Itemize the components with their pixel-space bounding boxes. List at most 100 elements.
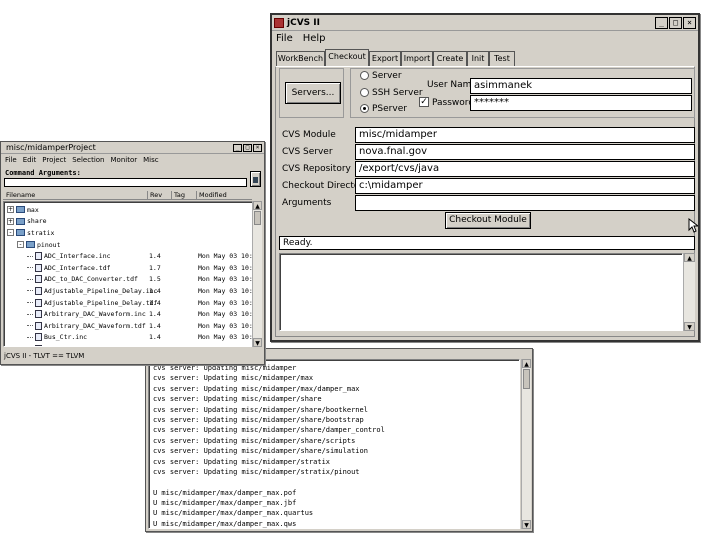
minimize-icon[interactable]: _ — [233, 143, 242, 152]
tree-row[interactable]: - stratix — [4, 227, 249, 239]
col-filename[interactable]: Filename — [6, 191, 35, 199]
tab-test[interactable]: Test — [489, 51, 515, 66]
arguments-input[interactable] — [355, 195, 695, 211]
jcvs-titlebar[interactable]: jCVS II _ □ × — [272, 15, 698, 31]
tab-import[interactable]: Import — [401, 51, 433, 66]
checkout-directory-input[interactable]: c:\midamper — [355, 178, 695, 194]
tree-row[interactable]: Bus_Ctr.tdf1.5Mon May 03 10:54: — [4, 343, 261, 346]
tree-row[interactable]: ADC_Interface.tdf 1.7 Mon May 03 10:54: — [4, 262, 261, 274]
jcvs-title: jCVS II — [287, 17, 320, 28]
scroll-up-icon[interactable]: ▲ — [684, 253, 695, 262]
tree-item-rev: 1.5 — [149, 275, 161, 284]
menu-file[interactable]: File — [5, 156, 17, 164]
scroll-up-icon[interactable]: ▲ — [522, 359, 531, 368]
log-scrollbar[interactable]: ▲ ▼ — [521, 359, 531, 529]
log-line: cvs server: Updating misc/midamper/max — [153, 374, 314, 383]
collapse-icon[interactable]: - — [7, 229, 14, 237]
tree-row[interactable]: Adjustable_Pipeline_Delay.tdf 1.4 Mon May … — [4, 297, 261, 309]
tree-item-rev: 1.4 — [149, 333, 161, 342]
checkout-module-button[interactable]: Checkout Module — [445, 212, 531, 229]
log-line: cvs server: Updating misc/midamper/share… — [153, 426, 385, 435]
expand-icon[interactable]: + — [7, 217, 14, 225]
user-name-input[interactable]: asimmanek — [470, 78, 692, 94]
password-input[interactable]: ******* — [470, 95, 692, 111]
maximize-icon[interactable]: □ — [243, 143, 252, 152]
scroll-thumb[interactable] — [523, 369, 530, 389]
expand-icon[interactable]: + — [7, 206, 14, 214]
menu-file[interactable]: File — [276, 33, 293, 44]
command-arguments-input[interactable] — [4, 178, 247, 187]
tree-item-name: Adjustable_Pipeline_Delay.inc — [44, 286, 158, 295]
scroll-thumb[interactable] — [254, 211, 261, 225]
menu-help[interactable]: Help — [303, 33, 326, 44]
tab-checkout[interactable]: Checkout — [325, 49, 369, 66]
file-icon — [35, 263, 42, 272]
file-icon — [35, 252, 42, 261]
scroll-up-icon[interactable]: ▲ — [253, 201, 262, 210]
project-title: misc/midamperProject — [6, 143, 96, 152]
tree-row[interactable]: Adjustable_Pipeline_Delay.inc 1.4 Mon May … — [4, 285, 261, 297]
log-line: U misc/midamper/max/damper_max.quartus — [153, 509, 314, 518]
log-line: cvs server: Updating misc/midamper/strat… — [153, 467, 360, 476]
file-icon — [35, 321, 42, 330]
menu-edit[interactable]: Edit — [23, 156, 37, 164]
radio-ssh-server[interactable] — [360, 88, 369, 97]
tree-row[interactable]: Bus_Ctr.inc 1.4 Mon May 03 10:54: — [4, 332, 261, 344]
radio-pserver[interactable] — [360, 104, 369, 113]
cvs-server-label: CVS Server — [282, 147, 333, 157]
close-icon[interactable]: × — [683, 16, 696, 29]
scroll-down-icon[interactable]: ▼ — [684, 322, 695, 331]
tree-row[interactable]: ADC_Interface.inc 1.4 Mon May 03 10:54: — [4, 250, 261, 262]
tree-row[interactable]: + max — [4, 204, 249, 216]
tree-item-name: Arbitrary_DAC_Waveform.inc — [44, 310, 146, 319]
minimize-icon[interactable]: _ — [655, 16, 668, 29]
tree-scrollbar[interactable]: ▲ ▼ — [252, 201, 262, 347]
tree-row[interactable]: + share — [4, 216, 249, 228]
col-rev[interactable]: Rev — [147, 191, 162, 199]
tree-row[interactable]: Arbitrary_DAC_Waveform.tdf 1.4 Mon May 03 … — [4, 320, 261, 332]
menu-selection[interactable]: Selection — [72, 156, 104, 164]
tree-row[interactable]: ADC_to_DAC_Converter.tdf 1.5 Mon May 03 10… — [4, 274, 261, 286]
file-icon — [35, 298, 42, 307]
folder-icon — [16, 229, 25, 237]
cvs-module-input[interactable]: misc/midamper — [355, 127, 695, 143]
tab-export[interactable]: Export — [369, 51, 401, 66]
close-icon[interactable]: × — [253, 143, 262, 152]
tab-create[interactable]: Create — [433, 51, 467, 66]
radio-server[interactable] — [360, 71, 369, 80]
cvs-server-input[interactable]: nova.fnal.gov — [355, 144, 695, 160]
run-command-button[interactable] — [250, 171, 261, 187]
log-line: cvs server: Updating misc/midamper/share — [153, 395, 322, 404]
maximize-icon[interactable]: □ — [669, 16, 682, 29]
radio-server-label: Server — [372, 71, 402, 81]
tree-item-name: share — [27, 217, 47, 226]
menu-monitor[interactable]: Monitor — [111, 156, 138, 164]
log-line: cvs server: Updating misc/midamper/share… — [153, 447, 368, 456]
menu-misc[interactable]: Misc — [143, 156, 158, 164]
project-window: misc/midamperProject _ □ × File Edit Pro… — [0, 141, 265, 365]
log-window: cvs server: Updating misc/midamper cvs se… — [145, 348, 533, 532]
collapse-icon[interactable]: - — [17, 241, 24, 249]
project-titlebar[interactable]: misc/midamperProject _ □ × — [1, 142, 264, 154]
radio-pserver-label: PServer — [372, 104, 407, 114]
tab-init[interactable]: Init — [467, 51, 489, 66]
arguments-label: Arguments — [282, 198, 332, 208]
output-scrollbar[interactable]: ▲ ▼ — [683, 253, 695, 331]
tree-item-name: ADC_to_DAC_Converter.tdf — [44, 275, 138, 284]
cvs-repository-input[interactable]: /export/cvs/java — [355, 161, 695, 177]
tree-item-name: Bus_Ctr.inc — [44, 333, 88, 342]
scroll-down-icon[interactable]: ▼ — [522, 520, 531, 529]
tree-row[interactable]: Arbitrary_DAC_Waveform.inc 1.4 Mon May 03 … — [4, 308, 261, 320]
password-checkbox[interactable]: ✓ — [419, 97, 429, 107]
col-modified[interactable]: Modified — [196, 191, 227, 199]
menu-project[interactable]: Project — [42, 156, 66, 164]
tab-workbench[interactable]: WorkBench — [276, 51, 325, 66]
tree-line-icon — [27, 290, 33, 292]
col-tag[interactable]: Tag — [171, 191, 185, 199]
tree-row[interactable]: - pinout — [4, 239, 249, 251]
file-icon — [35, 344, 42, 346]
file-icon — [35, 275, 42, 284]
scroll-down-icon[interactable]: ▼ — [253, 338, 262, 347]
servers-button[interactable]: Servers... — [285, 82, 341, 104]
